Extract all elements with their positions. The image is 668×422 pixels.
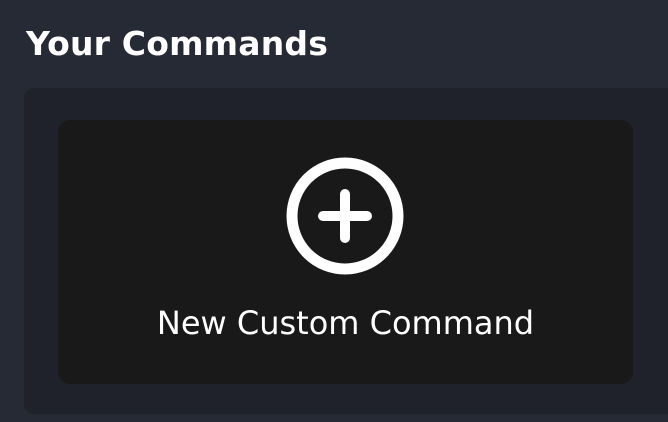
new-custom-command-label: New Custom Command: [156, 304, 535, 342]
section-title: Your Commands: [26, 24, 329, 63]
new-custom-command-button[interactable]: New Custom Command: [58, 120, 633, 384]
plus-circle-icon: [286, 157, 404, 275]
